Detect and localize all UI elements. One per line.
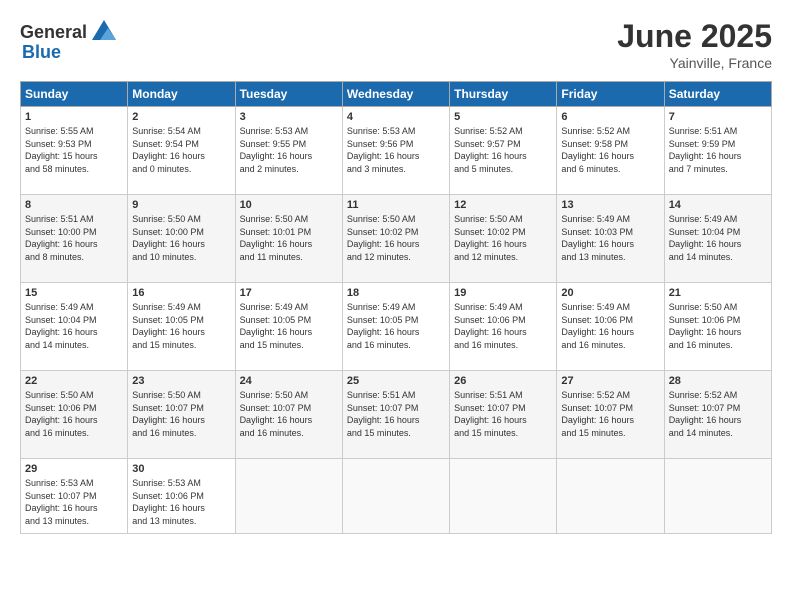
empty-cell-5: [664, 459, 771, 534]
month-title: June 2025: [617, 18, 772, 55]
header: General Blue June 2025 Yainville, France: [20, 18, 772, 71]
logo: General Blue: [20, 18, 118, 63]
day-15: 15 Sunrise: 5:49 AMSunset: 10:04 PMDayli…: [21, 283, 128, 371]
calendar-table: Sunday Monday Tuesday Wednesday Thursday…: [20, 81, 772, 534]
logo-blue: Blue: [22, 42, 61, 63]
week-row-2: 8 Sunrise: 5:51 AMSunset: 10:00 PMDaylig…: [21, 195, 772, 283]
header-tuesday: Tuesday: [235, 82, 342, 107]
day-9: 9 Sunrise: 5:50 AMSunset: 10:00 PMDaylig…: [128, 195, 235, 283]
empty-cell-1: [235, 459, 342, 534]
day-17: 17 Sunrise: 5:49 AMSunset: 10:05 PMDayli…: [235, 283, 342, 371]
week-row-5: 29 Sunrise: 5:53 AMSunset: 10:07 PMDayli…: [21, 459, 772, 534]
day-13: 13 Sunrise: 5:49 AMSunset: 10:03 PMDayli…: [557, 195, 664, 283]
page: General Blue June 2025 Yainville, France…: [0, 0, 792, 612]
location: Yainville, France: [617, 55, 772, 71]
day-30: 30 Sunrise: 5:53 AMSunset: 10:06 PMDayli…: [128, 459, 235, 534]
header-monday: Monday: [128, 82, 235, 107]
day-24: 24 Sunrise: 5:50 AMSunset: 10:07 PMDayli…: [235, 371, 342, 459]
weekday-header-row: Sunday Monday Tuesday Wednesday Thursday…: [21, 82, 772, 107]
day-5: 5 Sunrise: 5:52 AMSunset: 9:57 PMDayligh…: [450, 107, 557, 195]
header-sunday: Sunday: [21, 82, 128, 107]
week-row-3: 15 Sunrise: 5:49 AMSunset: 10:04 PMDayli…: [21, 283, 772, 371]
logo-general: General: [20, 22, 87, 43]
day-14: 14 Sunrise: 5:49 AMSunset: 10:04 PMDayli…: [664, 195, 771, 283]
day-8: 8 Sunrise: 5:51 AMSunset: 10:00 PMDaylig…: [21, 195, 128, 283]
day-26: 26 Sunrise: 5:51 AMSunset: 10:07 PMDayli…: [450, 371, 557, 459]
day-2: 2 Sunrise: 5:54 AMSunset: 9:54 PMDayligh…: [128, 107, 235, 195]
empty-cell-2: [342, 459, 449, 534]
day-18: 18 Sunrise: 5:49 AMSunset: 10:05 PMDayli…: [342, 283, 449, 371]
day-10: 10 Sunrise: 5:50 AMSunset: 10:01 PMDayli…: [235, 195, 342, 283]
day-29: 29 Sunrise: 5:53 AMSunset: 10:07 PMDayli…: [21, 459, 128, 534]
day-20: 20 Sunrise: 5:49 AMSunset: 10:06 PMDayli…: [557, 283, 664, 371]
title-area: June 2025 Yainville, France: [617, 18, 772, 71]
day-21: 21 Sunrise: 5:50 AMSunset: 10:06 PMDayli…: [664, 283, 771, 371]
week-row-4: 22 Sunrise: 5:50 AMSunset: 10:06 PMDayli…: [21, 371, 772, 459]
day-6: 6 Sunrise: 5:52 AMSunset: 9:58 PMDayligh…: [557, 107, 664, 195]
day-27: 27 Sunrise: 5:52 AMSunset: 10:07 PMDayli…: [557, 371, 664, 459]
day-23: 23 Sunrise: 5:50 AMSunset: 10:07 PMDayli…: [128, 371, 235, 459]
day-19: 19 Sunrise: 5:49 AMSunset: 10:06 PMDayli…: [450, 283, 557, 371]
day-4: 4 Sunrise: 5:53 AMSunset: 9:56 PMDayligh…: [342, 107, 449, 195]
header-wednesday: Wednesday: [342, 82, 449, 107]
day-25: 25 Sunrise: 5:51 AMSunset: 10:07 PMDayli…: [342, 371, 449, 459]
day-28: 28 Sunrise: 5:52 AMSunset: 10:07 PMDayli…: [664, 371, 771, 459]
header-saturday: Saturday: [664, 82, 771, 107]
day-16: 16 Sunrise: 5:49 AMSunset: 10:05 PMDayli…: [128, 283, 235, 371]
logo-icon: [90, 18, 118, 46]
day-22: 22 Sunrise: 5:50 AMSunset: 10:06 PMDayli…: [21, 371, 128, 459]
day-11: 11 Sunrise: 5:50 AMSunset: 10:02 PMDayli…: [342, 195, 449, 283]
empty-cell-4: [557, 459, 664, 534]
day-12: 12 Sunrise: 5:50 AMSunset: 10:02 PMDayli…: [450, 195, 557, 283]
empty-cell-3: [450, 459, 557, 534]
day-7: 7 Sunrise: 5:51 AMSunset: 9:59 PMDayligh…: [664, 107, 771, 195]
header-friday: Friday: [557, 82, 664, 107]
day-3: 3 Sunrise: 5:53 AMSunset: 9:55 PMDayligh…: [235, 107, 342, 195]
day-1: 1 Sunrise: 5:55 AMSunset: 9:53 PMDayligh…: [21, 107, 128, 195]
header-thursday: Thursday: [450, 82, 557, 107]
week-row-1: 1 Sunrise: 5:55 AMSunset: 9:53 PMDayligh…: [21, 107, 772, 195]
